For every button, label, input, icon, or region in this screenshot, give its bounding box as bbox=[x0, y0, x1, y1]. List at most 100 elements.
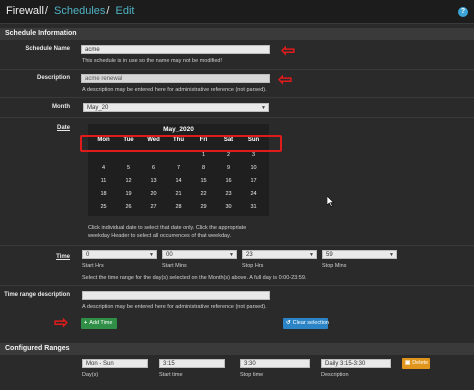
divider bbox=[0, 117, 474, 118]
time-range-description-input[interactable] bbox=[82, 291, 270, 300]
calendar-day[interactable]: 5 bbox=[116, 165, 141, 171]
help-icon[interactable]: ? bbox=[458, 7, 468, 17]
start-hrs-value: 0 bbox=[86, 252, 90, 258]
calendar-day[interactable]: 29 bbox=[191, 204, 216, 210]
red-arrow-right-icon: ⇨ bbox=[54, 313, 69, 332]
calendar-day[interactable]: 4 bbox=[91, 165, 116, 171]
stop-mins-caption: Stop Mins bbox=[322, 263, 347, 269]
chevron-down-icon: ▼ bbox=[389, 252, 394, 258]
weekday-highlight-box bbox=[80, 135, 282, 152]
chevron-down-icon: ▼ bbox=[309, 252, 314, 258]
divider bbox=[0, 69, 474, 70]
calendar-day[interactable]: 19 bbox=[116, 191, 141, 197]
breadcrumb-edit-link[interactable]: Edit bbox=[116, 5, 135, 17]
configured-stop-field: 3:30 bbox=[240, 359, 310, 368]
start-mins-value: 00 bbox=[166, 252, 173, 258]
calendar-day[interactable]: 23 bbox=[216, 191, 241, 197]
calendar-day[interactable]: 22 bbox=[191, 191, 216, 197]
calendar-day[interactable]: 21 bbox=[166, 191, 191, 197]
calendar-day[interactable]: 25 bbox=[91, 204, 116, 210]
red-arrow-icon: ⇦ bbox=[278, 70, 293, 89]
schedule-name-input[interactable]: acme bbox=[81, 45, 270, 54]
breadcrumb-sep: / bbox=[106, 5, 110, 17]
stop-time-caption: Stop time bbox=[240, 372, 264, 378]
calendar-day[interactable]: 17 bbox=[241, 178, 266, 184]
chevron-down-icon: ▼ bbox=[149, 252, 154, 258]
month-label: Month bbox=[52, 104, 70, 110]
add-time-label: Add Time bbox=[89, 320, 113, 326]
start-hrs-select[interactable]: 0 ▼ bbox=[82, 250, 157, 259]
configured-ranges-heading: Configured Ranges bbox=[0, 343, 474, 355]
calendar-day[interactable]: 9 bbox=[216, 165, 241, 171]
month-select-value: May_20 bbox=[87, 105, 109, 111]
configured-description-field: Daily 3:15-3:30 bbox=[321, 359, 391, 368]
date-hint-1: Click individual date to select that dat… bbox=[88, 225, 247, 231]
calendar-day[interactable]: 12 bbox=[116, 178, 141, 184]
calendar-day[interactable]: 27 bbox=[141, 204, 166, 210]
calendar-day[interactable]: 16 bbox=[216, 178, 241, 184]
configured-days-field: Mon - Sun bbox=[82, 359, 148, 368]
date-hint-2: weekday Header to select all occurrences… bbox=[88, 233, 231, 239]
date-label: Date bbox=[56, 125, 70, 131]
schedule-name-label: Schedule Name bbox=[25, 46, 70, 52]
calendar-day[interactable]: 31 bbox=[241, 204, 266, 210]
divider bbox=[0, 245, 474, 246]
mouse-cursor-icon bbox=[327, 196, 335, 207]
breadcrumb-bar: Firewall/ Schedules/ Edit ? bbox=[0, 0, 474, 24]
divider bbox=[0, 97, 474, 98]
breadcrumb: Firewall/ Schedules/ Edit bbox=[6, 5, 135, 17]
time-range-description-hint: A description may be entered here for ad… bbox=[82, 304, 267, 310]
trash-icon: ▣ bbox=[405, 360, 411, 366]
description-label: Description bbox=[36, 75, 70, 81]
time-range-description-label: Time range description bbox=[4, 292, 70, 298]
calendar-day[interactable]: 20 bbox=[141, 191, 166, 197]
time-hint: Select the time range for the day(s) sel… bbox=[82, 275, 307, 281]
start-mins-caption: Start Mins bbox=[162, 263, 187, 269]
calendar-day[interactable]: 10 bbox=[241, 165, 266, 171]
clear-selection-button[interactable]: ↺ Clear selection bbox=[283, 318, 329, 329]
breadcrumb-schedules-link[interactable]: Schedules bbox=[54, 5, 105, 17]
calendar-day[interactable]: 6 bbox=[141, 165, 166, 171]
calendar-day[interactable]: 24 bbox=[241, 191, 266, 197]
delete-label: Delete bbox=[412, 360, 429, 366]
calendar-day[interactable]: 3 bbox=[241, 152, 266, 158]
divider bbox=[0, 285, 474, 286]
days-caption: Day(s) bbox=[82, 372, 99, 378]
time-label: Time bbox=[56, 254, 70, 260]
description-hint: A description may be entered here for ad… bbox=[82, 87, 267, 93]
description-input[interactable]: acme renewal bbox=[81, 74, 270, 83]
stop-mins-value: 59 bbox=[326, 252, 333, 258]
clear-selection-label: Clear selection bbox=[292, 320, 329, 326]
month-select[interactable]: May_20 ▼ bbox=[83, 103, 269, 112]
start-hrs-caption: Start Hrs bbox=[82, 263, 104, 269]
calendar-day[interactable]: 1 bbox=[191, 152, 216, 158]
stop-hrs-caption: Stop Hrs bbox=[242, 263, 264, 269]
breadcrumb-sep: / bbox=[44, 5, 48, 17]
calendar-day[interactable]: 13 bbox=[141, 178, 166, 184]
calendar-day[interactable]: 2 bbox=[216, 152, 241, 158]
calendar-day[interactable]: 14 bbox=[166, 178, 191, 184]
calendar-day[interactable]: 18 bbox=[91, 191, 116, 197]
configured-start-field: 3:15 bbox=[159, 359, 225, 368]
red-arrow-icon: ⇦ bbox=[281, 41, 296, 60]
calendar-day[interactable]: 28 bbox=[166, 204, 191, 210]
calendar-day[interactable]: 30 bbox=[216, 204, 241, 210]
calendar-day[interactable]: 26 bbox=[116, 204, 141, 210]
stop-hrs-select[interactable]: 23 ▼ bbox=[242, 250, 317, 259]
schedule-name-hint: This schedule is in use so the name may … bbox=[82, 58, 223, 64]
plus-icon: + bbox=[84, 320, 88, 326]
schedule-information-heading: Schedule Information bbox=[0, 28, 474, 40]
description-caption: Description bbox=[321, 372, 349, 378]
chevron-down-icon: ▼ bbox=[229, 252, 234, 258]
calendar-day[interactable]: 8 bbox=[191, 165, 216, 171]
start-time-caption: Start time bbox=[159, 372, 183, 378]
calendar-day[interactable]: 7 bbox=[166, 165, 191, 171]
undo-icon: ↺ bbox=[286, 320, 291, 326]
start-mins-select[interactable]: 00 ▼ bbox=[162, 250, 237, 259]
calendar-day[interactable]: 15 bbox=[191, 178, 216, 184]
stop-mins-select[interactable]: 59 ▼ bbox=[322, 250, 397, 259]
calendar-day[interactable]: 11 bbox=[91, 178, 116, 184]
delete-button[interactable]: ▣ Delete bbox=[402, 358, 430, 369]
add-time-button[interactable]: + Add Time bbox=[81, 318, 117, 329]
chevron-down-icon: ▼ bbox=[261, 105, 266, 111]
